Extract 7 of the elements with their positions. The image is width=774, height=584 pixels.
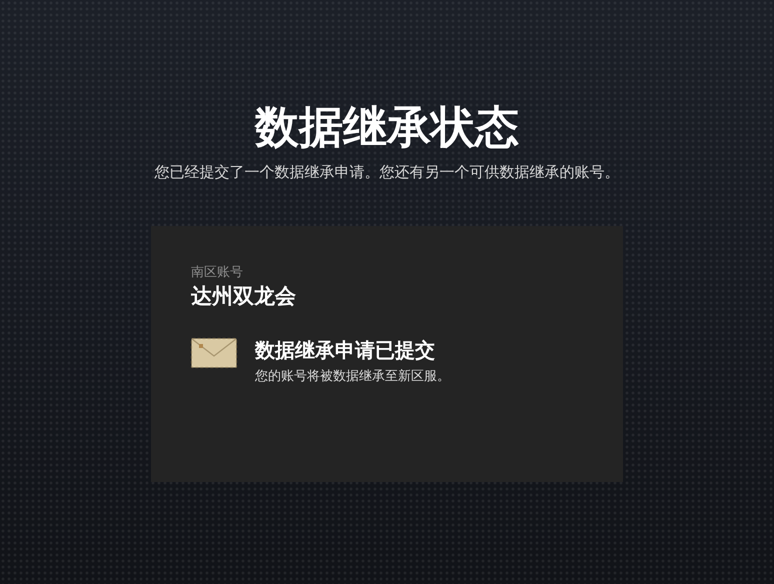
account-name: 达州双龙会 [191,283,297,310]
status-title: 数据继承申请已提交 [255,337,436,364]
page-title: 数据继承状态 [255,101,519,155]
status-description: 您的账号将被数据继承至新区服。 [255,368,450,386]
region-label: 南区账号 [191,264,244,282]
page-subtitle: 您已经提交了一个数据继承申请。您还有另一个可供数据继承的账号。 [154,162,620,182]
envelope-icon [191,338,237,368]
